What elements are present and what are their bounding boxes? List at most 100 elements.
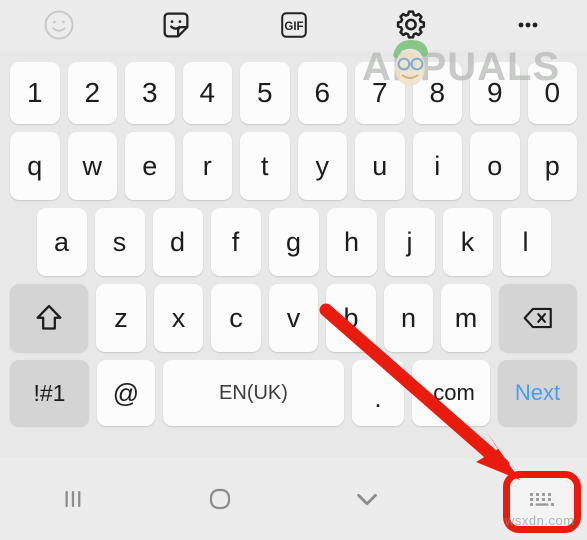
key-label: d	[169, 226, 186, 257]
key-9[interactable]: 9	[470, 62, 520, 124]
key-label: 3	[141, 77, 158, 108]
key-label: 2	[84, 77, 101, 108]
emoji-icon	[41, 7, 77, 43]
key-label: f	[231, 226, 240, 257]
key-l[interactable]: l	[500, 208, 551, 276]
key-label: z	[114, 302, 128, 333]
space-key[interactable]: EN(UK)	[163, 360, 344, 426]
keyboard-row-top: q w e r t y u i o p	[0, 132, 587, 200]
key-v[interactable]: v	[268, 284, 319, 352]
dotcom-key[interactable]: .com	[412, 360, 490, 426]
key-label: u	[372, 150, 388, 181]
navigation-bar	[0, 458, 587, 540]
key-label: g	[285, 226, 302, 257]
key-label: 5	[256, 77, 273, 108]
more-options-button[interactable]	[470, 0, 587, 50]
nav-home-button[interactable]	[147, 458, 294, 540]
gif-button[interactable]: GIF	[235, 0, 352, 50]
key-label: t	[260, 150, 269, 181]
key-n[interactable]: n	[383, 284, 434, 352]
space-language-label: EN(UK)	[219, 381, 288, 404]
key-label: k	[460, 226, 475, 257]
key-r[interactable]: r	[182, 132, 232, 200]
key-label: 0	[544, 77, 561, 108]
settings-button[interactable]	[352, 0, 469, 50]
nav-recents-button[interactable]	[0, 458, 147, 540]
key-label: .	[374, 383, 382, 413]
key-4[interactable]: 4	[182, 62, 232, 124]
key-label: 6	[314, 77, 331, 108]
key-s[interactable]: s	[94, 208, 145, 276]
key-a[interactable]: a	[36, 208, 87, 276]
key-c[interactable]: c	[211, 284, 261, 352]
chevron-down-icon	[349, 481, 385, 517]
key-t[interactable]: t	[240, 132, 290, 200]
key-d[interactable]: d	[152, 208, 203, 276]
shift-arrow-icon	[32, 301, 66, 335]
key-i[interactable]: i	[412, 132, 462, 200]
key-z[interactable]: z	[96, 284, 146, 352]
key-y[interactable]: y	[297, 132, 347, 200]
key-b[interactable]: b	[326, 284, 376, 352]
keyboard-toolbar: GIF	[0, 0, 587, 50]
backspace-key[interactable]	[498, 284, 578, 352]
key-label: n	[401, 302, 417, 333]
gif-label: GIF	[284, 21, 303, 33]
next-key[interactable]: Next	[498, 360, 577, 426]
keyboard-row-numbers: 1 2 3 4 5 6 7 8 9 0	[0, 62, 587, 124]
key-label: s	[112, 226, 127, 257]
key-k[interactable]: k	[442, 208, 493, 276]
key-label: h	[343, 226, 360, 257]
key-j[interactable]: j	[384, 208, 435, 276]
key-label: i	[434, 150, 441, 181]
key-m[interactable]: m	[441, 284, 491, 352]
emoji-button[interactable]	[0, 0, 117, 50]
key-label: 9	[486, 77, 503, 108]
key-0[interactable]: 0	[527, 62, 577, 124]
key-h[interactable]: h	[326, 208, 377, 276]
key-label: a	[53, 226, 70, 257]
key-3[interactable]: 3	[125, 62, 175, 124]
key-7[interactable]: 7	[355, 62, 405, 124]
key-label: b	[343, 302, 359, 333]
symbols-key[interactable]: !#1	[10, 360, 89, 426]
key-label: c	[229, 302, 243, 333]
period-key[interactable]: .	[352, 360, 404, 426]
key-label: p	[544, 150, 560, 181]
key-p[interactable]: p	[527, 132, 577, 200]
key-q[interactable]: q	[10, 132, 60, 200]
key-8[interactable]: 8	[412, 62, 462, 124]
keyboard-row-bottom: z x c v b n m	[0, 284, 587, 352]
key-label: r	[202, 150, 212, 181]
key-u[interactable]: u	[355, 132, 405, 200]
recents-icon	[56, 482, 90, 516]
nav-hide-keyboard-button[interactable]	[294, 458, 441, 540]
keyboard-row-home: a s d f g h j k l	[0, 208, 587, 276]
key-label: 7	[371, 77, 388, 108]
key-label: 4	[199, 77, 216, 108]
key-2[interactable]: 2	[67, 62, 117, 124]
sticker-button[interactable]	[117, 0, 234, 50]
key-6[interactable]: 6	[297, 62, 347, 124]
key-o[interactable]: o	[470, 132, 520, 200]
home-icon	[201, 480, 239, 518]
key-label: e	[142, 150, 158, 181]
key-x[interactable]: x	[153, 284, 204, 352]
key-label: o	[487, 150, 503, 181]
key-label: 1	[26, 77, 43, 108]
key-label: j	[406, 226, 413, 257]
shift-key[interactable]	[9, 284, 89, 352]
change-keyboard-button[interactable]	[503, 471, 581, 533]
key-1[interactable]: 1	[10, 62, 60, 124]
key-g[interactable]: g	[268, 208, 319, 276]
samsung-keyboard: 1 2 3 4 5 6 7 8 9 0 q w e r t y u i o p …	[0, 50, 587, 458]
key-label: w	[82, 150, 103, 181]
at-key[interactable]: @	[97, 360, 155, 426]
key-f[interactable]: f	[210, 208, 261, 276]
key-label: !#1	[33, 379, 66, 406]
key-label: Next	[514, 380, 561, 405]
change-keyboard-key-surface[interactable]	[509, 477, 575, 527]
key-w[interactable]: w	[67, 132, 117, 200]
key-e[interactable]: e	[125, 132, 175, 200]
key-5[interactable]: 5	[240, 62, 290, 124]
